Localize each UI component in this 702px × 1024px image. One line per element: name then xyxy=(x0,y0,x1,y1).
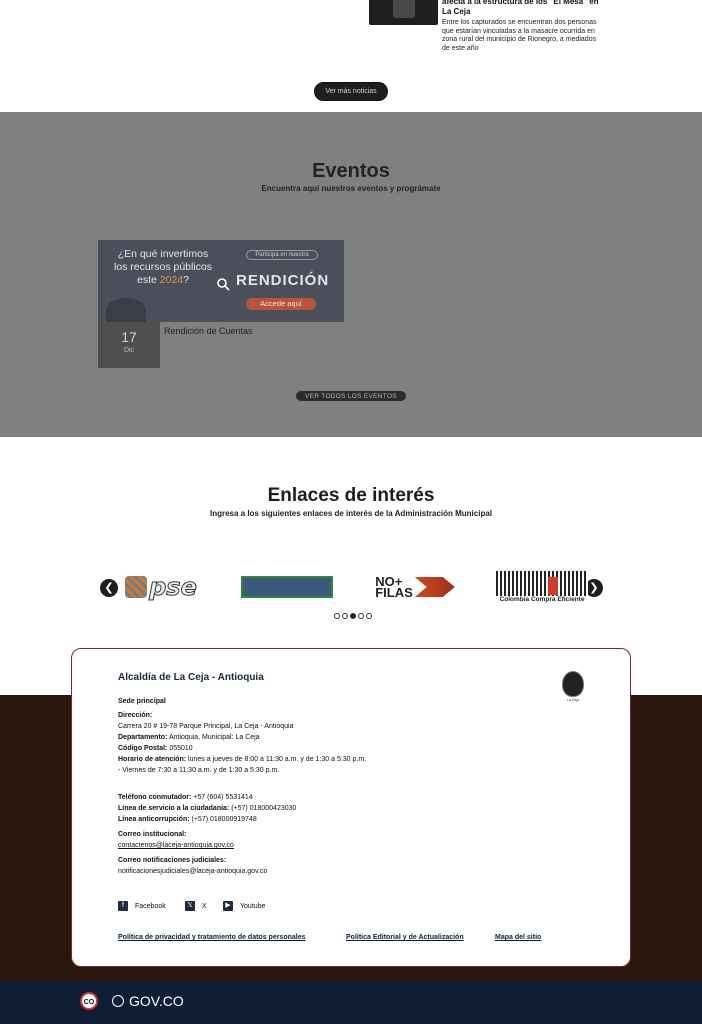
search-icon[interactable] xyxy=(216,277,230,291)
sitemap-link[interactable]: Mapa del sitio xyxy=(495,934,541,941)
gov-portal-logo[interactable] xyxy=(241,569,333,605)
event-month: Dic xyxy=(123,347,135,354)
gov-co-logo[interactable]: GOV.CO xyxy=(112,993,184,1009)
news-thumbnail[interactable] xyxy=(369,0,438,25)
co-logo[interactable]: CO xyxy=(80,992,98,1010)
footer-title: Alcaldía de La Ceja - Antioquia xyxy=(118,672,264,683)
news-title[interactable]: afecta a la estructura de los "El Mesa" … xyxy=(442,0,602,17)
event-banner[interactable]: ¿En qué invertimos los recursos públicos… xyxy=(98,240,344,322)
judicial-email: Correo notificaciones judiciales: notifi… xyxy=(118,857,268,875)
institutional-email: Correo institucional: contactenos@laceja… xyxy=(118,831,234,849)
carousel-dot-active[interactable] xyxy=(350,613,356,619)
events-section: Eventos Encuentra aquí nuestros eventos … xyxy=(0,112,702,437)
all-events-button[interactable]: VER TODOS LOS EVENTOS xyxy=(296,391,406,401)
more-news-button[interactable]: Ver más noticias xyxy=(314,82,388,101)
phone-info: Teléfono conmutador: +57 (604) 5531414 L… xyxy=(118,794,297,823)
carousel-prev-button[interactable]: ❮ xyxy=(100,579,118,597)
email-link[interactable]: contactenos@laceja-antioquia.gov.co xyxy=(118,842,234,849)
banner-pill: Participa en nuestra xyxy=(246,250,318,260)
event-name[interactable]: Rendición de Cuentas xyxy=(164,326,253,336)
news-description: Entre los capturados se encuentran dos p… xyxy=(442,19,597,52)
events-subtitle: Encuentra aquí nuestros eventos y prográ… xyxy=(261,184,441,193)
facebook-icon: f xyxy=(118,901,128,911)
carousel-dot[interactable] xyxy=(342,613,348,619)
municipal-seal-icon: La Ceja xyxy=(560,671,586,705)
links-title: Enlaces de interés xyxy=(267,485,435,506)
events-title: Eventos xyxy=(312,160,390,182)
facebook-link[interactable]: f Facebook xyxy=(118,901,166,911)
privacy-policy-link[interactable]: Política de privacidad y tratamiento de … xyxy=(118,934,306,941)
banner-question: ¿En qué invertimos los recursos públicos… xyxy=(113,248,213,286)
judicial-email-link[interactable]: notificacionesjudiciales@laceja-antioqui… xyxy=(118,868,267,875)
footer-card: Alcaldía de La Ceja - Antioquia La Ceja … xyxy=(71,648,631,967)
colombia-compra-eficiente-logo[interactable]: Colombia Compra Eficiente xyxy=(496,569,588,605)
x-icon: 𝕏 xyxy=(185,901,195,911)
contact-info: Dirección: Carrera 20 # 19-78 Parque Pri… xyxy=(118,712,367,774)
carousel-dot[interactable] xyxy=(334,613,340,619)
sede-label: Sede principal xyxy=(118,698,166,705)
youtube-icon: ▶ xyxy=(223,901,233,911)
carousel-dots xyxy=(334,613,372,619)
no-mas-filas-logo[interactable]: NO+ FILAS xyxy=(372,569,458,605)
youtube-link[interactable]: ▶ Youtube xyxy=(223,901,265,911)
carousel-dot[interactable] xyxy=(366,613,372,619)
event-day: 17 xyxy=(121,329,137,345)
editorial-policy-link[interactable]: Política Editorial y de Actualización xyxy=(346,934,464,941)
x-link[interactable]: 𝕏X xyxy=(185,901,207,911)
news-section: afecta a la estructura de los "El Mesa" … xyxy=(0,0,702,112)
gov-co-bar: CO GOV.CO xyxy=(0,981,702,1024)
plant-illustration xyxy=(106,298,146,322)
banner-headline: RENDICIÓN xyxy=(236,272,330,289)
event-date: 17 Dic xyxy=(98,322,160,368)
pse-logo[interactable]: pse xyxy=(122,569,200,605)
banner-access-button[interactable]: Accede aquí xyxy=(246,298,316,310)
links-subtitle: Ingresa a los siguientes enlaces de inte… xyxy=(209,509,492,518)
links-section: Enlaces de interés Ingresa a los siguien… xyxy=(0,437,702,648)
carousel-dot[interactable] xyxy=(358,613,364,619)
shield-icon xyxy=(112,995,124,1007)
